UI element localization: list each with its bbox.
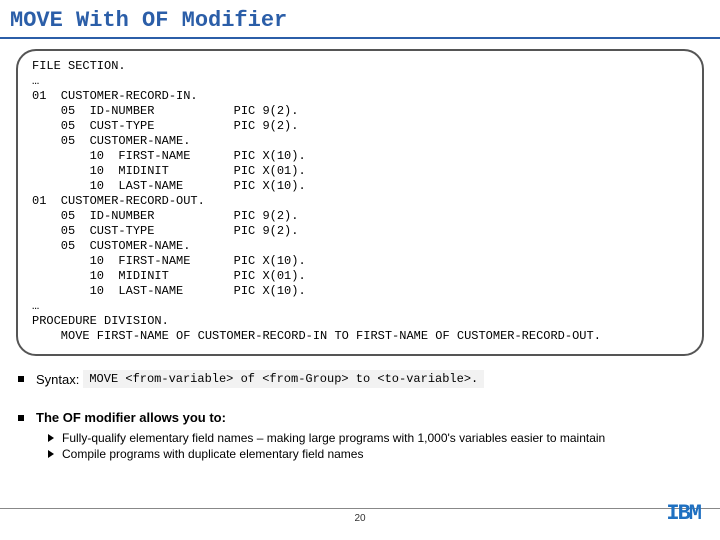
square-bullet-icon [18, 415, 24, 421]
list-item: Fully-qualify elementary field names – m… [18, 431, 702, 445]
square-bullet-icon [18, 376, 24, 382]
page-number: 20 [0, 513, 720, 524]
of-heading: The OF modifier allows you to: [36, 410, 226, 425]
page-title: MOVE With OF Modifier [0, 0, 720, 39]
code-panel: FILE SECTION. … 01 CUSTOMER-RECORD-IN. 0… [16, 49, 704, 356]
triangle-bullet-icon [48, 434, 54, 442]
ibm-logo: IBM [666, 501, 700, 526]
list-item: Compile programs with duplicate elementa… [18, 447, 702, 461]
content-area: Syntax: MOVE <from-variable> of <from-Gr… [0, 362, 720, 461]
syntax-row: Syntax: MOVE <from-variable> of <from-Gr… [18, 370, 702, 388]
sub-item-1: Fully-qualify elementary field names – m… [62, 431, 605, 445]
sub-item-2: Compile programs with duplicate elementa… [62, 447, 363, 461]
sub-list: Fully-qualify elementary field names – m… [18, 431, 702, 461]
triangle-bullet-icon [48, 450, 54, 458]
of-heading-row: The OF modifier allows you to: [18, 410, 702, 425]
syntax-label: Syntax: [36, 372, 79, 387]
logo-text: IBM [666, 501, 700, 526]
syntax-box: MOVE <from-variable> of <from-Group> to … [83, 370, 484, 388]
footer: 20 IBM [0, 508, 720, 524]
